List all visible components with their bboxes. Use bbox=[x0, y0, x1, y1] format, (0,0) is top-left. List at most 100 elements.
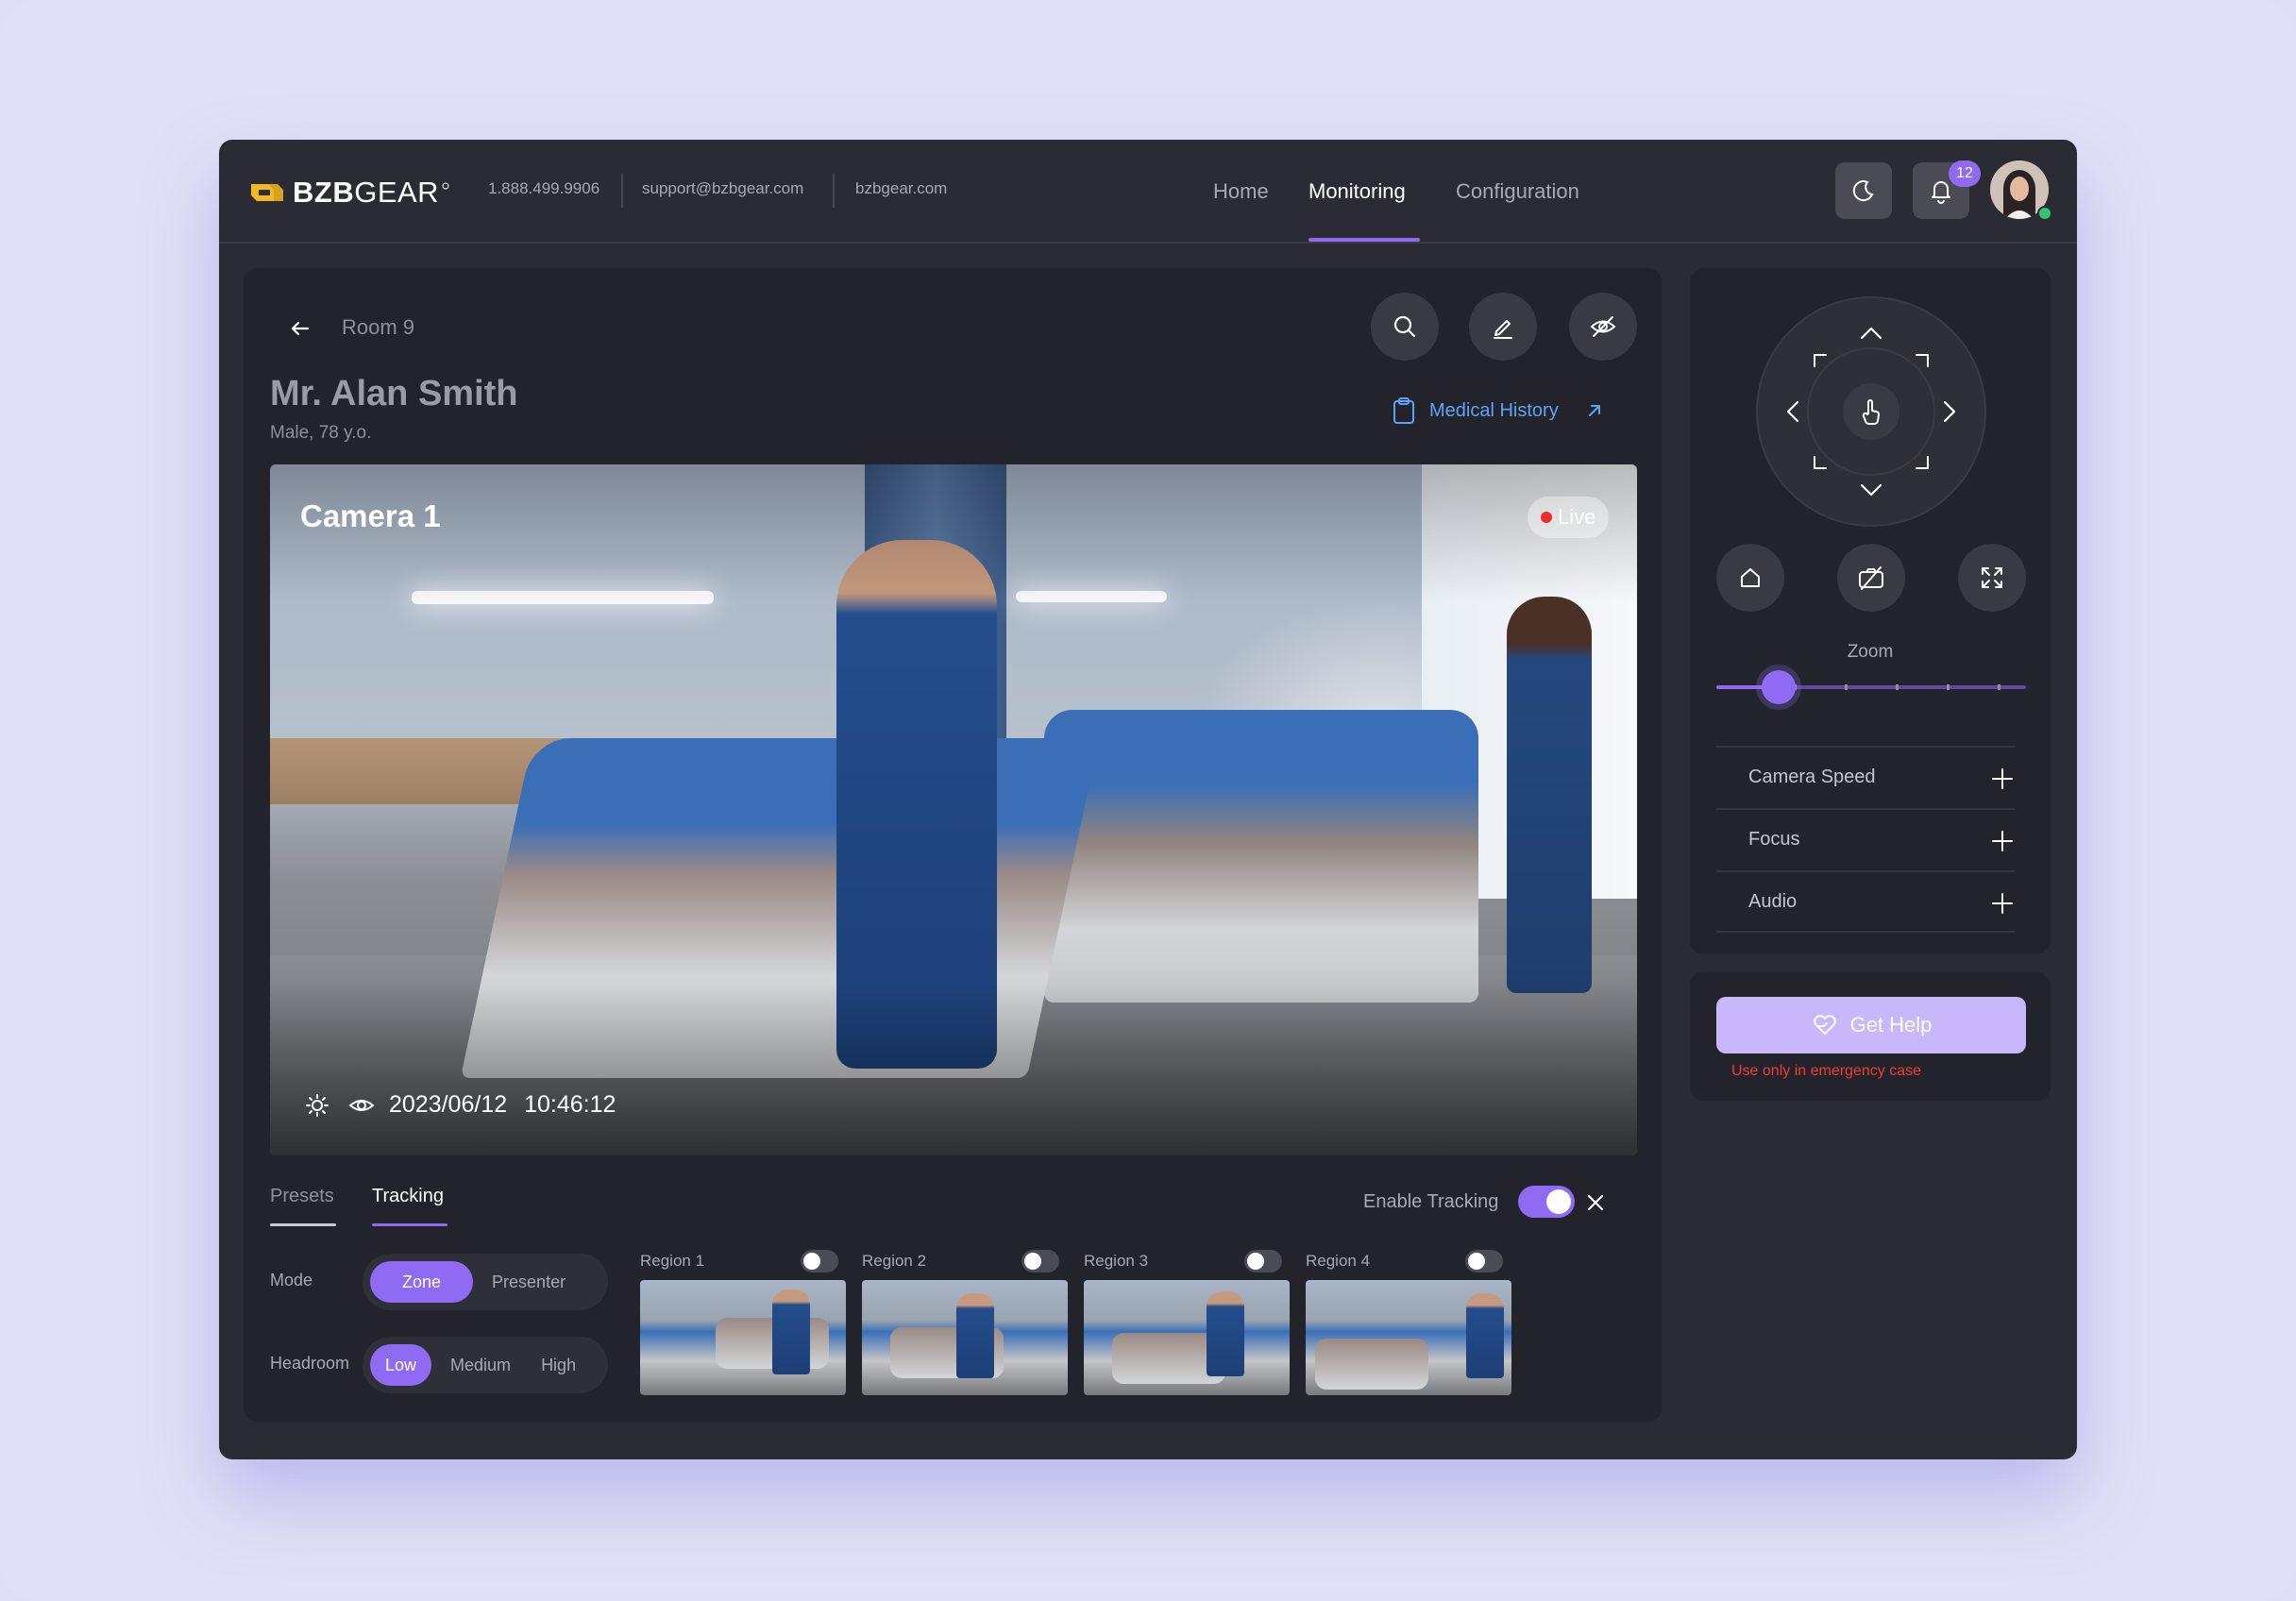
accordion-label: Audio bbox=[1748, 891, 1798, 912]
enable-tracking-label: Enable Tracking bbox=[1363, 1191, 1499, 1212]
brand-logo[interactable]: BZBGEAR bbox=[249, 174, 449, 211]
slider-tick bbox=[1896, 684, 1899, 690]
region-4-toggle[interactable] bbox=[1465, 1250, 1503, 1272]
monitoring-panel: Room 9 Mr. Alan Smith Male, 78 y.o. Medi… bbox=[244, 268, 1662, 1422]
hide-button[interactable] bbox=[1569, 293, 1637, 361]
accordion-camera-speed[interactable]: Camera Speed bbox=[1716, 746, 2015, 808]
get-help-label: Get Help bbox=[1849, 1013, 1933, 1036]
feed-vignette bbox=[270, 464, 1637, 1155]
tab-presets[interactable]: Presets bbox=[270, 1186, 334, 1207]
region-2-toggle[interactable] bbox=[1021, 1250, 1059, 1272]
accordion-focus[interactable]: Focus bbox=[1716, 808, 2015, 870]
home-icon bbox=[1741, 568, 1760, 587]
headroom-option-low[interactable]: Low bbox=[370, 1344, 432, 1386]
brightness-icon[interactable] bbox=[304, 1092, 330, 1119]
chevron-up-icon bbox=[1860, 327, 1882, 340]
chevron-right-icon bbox=[1943, 400, 1956, 423]
zoom-slider-handle[interactable] bbox=[1762, 670, 1796, 704]
feed-overlay-footer: 2023/06/12 10:46:12 bbox=[304, 1091, 616, 1119]
thumb-person bbox=[772, 1289, 810, 1374]
feed-date: 2023/06/12 bbox=[389, 1091, 508, 1118]
header-divider bbox=[833, 174, 835, 208]
toggle-knob bbox=[803, 1253, 820, 1270]
region-label: Region 3 bbox=[1084, 1252, 1149, 1270]
ptz-center-button[interactable] bbox=[1843, 383, 1899, 440]
tab-presets-underline bbox=[270, 1223, 336, 1226]
logo-mark-icon bbox=[251, 184, 283, 201]
nav-home[interactable]: Home bbox=[1213, 179, 1269, 204]
theme-toggle-button[interactable] bbox=[1835, 162, 1892, 219]
nav-monitoring[interactable]: Monitoring bbox=[1308, 179, 1406, 204]
nav-active-indicator bbox=[1308, 238, 1420, 242]
toggle-knob bbox=[1468, 1253, 1485, 1270]
top-header: BZBGEAR 1.888.499.9906 support@bzbgear.c… bbox=[219, 140, 2077, 244]
live-dot bbox=[1541, 512, 1552, 523]
edit-icon bbox=[1494, 320, 1512, 339]
headroom-option-medium[interactable]: Medium bbox=[431, 1344, 530, 1386]
header-email[interactable]: support@bzbgear.com bbox=[642, 179, 803, 198]
arrow-left-icon[interactable] bbox=[287, 315, 313, 342]
search-button[interactable] bbox=[1371, 293, 1439, 361]
get-help-button[interactable]: Get Help bbox=[1716, 997, 2026, 1053]
clipboard-icon bbox=[1393, 397, 1414, 424]
camera-control-panel: Zoom Camera Speed Focus Audio bbox=[1690, 268, 2051, 953]
plus-icon bbox=[1992, 893, 2013, 914]
chevron-down-icon bbox=[1860, 483, 1882, 497]
patient-name: Mr. Alan Smith bbox=[270, 374, 518, 413]
mode-option-zone[interactable]: Zone bbox=[370, 1261, 474, 1303]
accordion-audio[interactable]: Audio bbox=[1716, 870, 2015, 933]
plus-icon bbox=[1992, 831, 2013, 851]
emergency-note: Use only in emergency case bbox=[1731, 1063, 1921, 1079]
eye-off-icon bbox=[1590, 316, 1616, 337]
accordion-label: Focus bbox=[1748, 829, 1800, 850]
region-3-toggle[interactable] bbox=[1244, 1250, 1282, 1272]
close-icon[interactable] bbox=[1584, 1191, 1607, 1214]
camera-off-button[interactable] bbox=[1837, 544, 1905, 612]
fullscreen-button[interactable] bbox=[1958, 544, 2026, 612]
plus-icon bbox=[1992, 768, 2013, 789]
medical-history-link[interactable]: Medical History bbox=[1392, 396, 1604, 425]
region-label: Region 4 bbox=[1306, 1252, 1371, 1270]
search-icon bbox=[1393, 315, 1416, 338]
medical-history-label: Medical History bbox=[1429, 399, 1559, 421]
hand-touch-icon bbox=[1862, 399, 1880, 425]
region-3-thumbnail[interactable] bbox=[1084, 1280, 1290, 1395]
mode-option-presenter[interactable]: Presenter bbox=[473, 1261, 584, 1303]
app-window: BZBGEAR 1.888.499.9906 support@bzbgear.c… bbox=[219, 140, 2077, 1459]
camera-feed[interactable]: Camera 1 Live 2023/06/12 10:46:12 bbox=[270, 464, 1637, 1155]
home-position-button[interactable] bbox=[1716, 544, 1784, 612]
registered-mark-icon bbox=[442, 182, 449, 190]
header-divider bbox=[621, 174, 623, 208]
region-4-thumbnail[interactable] bbox=[1306, 1280, 1511, 1395]
header-website[interactable]: bzbgear.com bbox=[855, 179, 947, 198]
help-panel: Get Help Use only in emergency case bbox=[1690, 972, 2051, 1101]
feed-time: 10:46:12 bbox=[524, 1091, 616, 1118]
live-label: Live bbox=[1558, 505, 1596, 529]
zoom-label: Zoom bbox=[1847, 642, 1894, 662]
notification-badge: 12 bbox=[1949, 160, 1981, 187]
mode-segmented-control: Zone Presenter bbox=[363, 1254, 608, 1310]
room-label: Room 9 bbox=[342, 315, 415, 339]
region-2-thumbnail[interactable] bbox=[862, 1280, 1068, 1395]
nav-configuration[interactable]: Configuration bbox=[1456, 179, 1579, 204]
toggle-knob bbox=[1546, 1189, 1571, 1214]
edit-button[interactable] bbox=[1469, 293, 1537, 361]
region-label: Region 1 bbox=[640, 1252, 705, 1270]
moon-icon bbox=[1852, 180, 1874, 202]
brand-name: BZBGEAR bbox=[293, 176, 440, 209]
headroom-segmented-control: Low Medium High bbox=[363, 1337, 608, 1393]
region-label: Region 2 bbox=[862, 1252, 927, 1270]
chevron-left-icon bbox=[1786, 400, 1799, 423]
accordion-label: Camera Speed bbox=[1748, 767, 1876, 787]
tab-tracking-underline bbox=[372, 1223, 447, 1226]
toggle-knob bbox=[1247, 1253, 1264, 1270]
tab-tracking[interactable]: Tracking bbox=[372, 1186, 444, 1207]
region-1-thumbnail[interactable] bbox=[640, 1280, 846, 1395]
region-1-toggle[interactable] bbox=[801, 1250, 838, 1272]
mode-label: Mode bbox=[270, 1271, 313, 1289]
header-phone[interactable]: 1.888.499.9906 bbox=[488, 179, 599, 198]
live-badge: Live bbox=[1528, 497, 1610, 538]
headroom-option-high[interactable]: High bbox=[530, 1344, 587, 1386]
enable-tracking-toggle[interactable] bbox=[1518, 1186, 1575, 1218]
eye-icon[interactable] bbox=[347, 1092, 376, 1119]
